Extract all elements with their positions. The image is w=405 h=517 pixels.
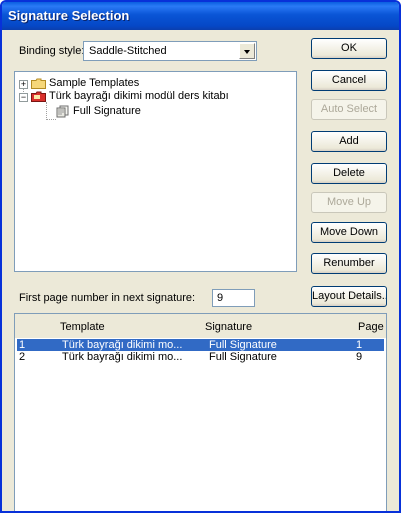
ok-button[interactable]: OK bbox=[311, 38, 387, 59]
row-template: Türk bayrağı dikimi mo... bbox=[62, 339, 183, 351]
chevron-down-icon[interactable] bbox=[239, 43, 255, 59]
window-title[interactable]: Signature Selection bbox=[2, 2, 399, 30]
signature-selection-dialog: Signature Selection Binding style: Saddl… bbox=[0, 0, 401, 513]
signature-list[interactable]: Template Signature Page 1 Türk bayrağı d… bbox=[14, 313, 387, 511]
signature-icon bbox=[56, 105, 69, 118]
auto-select-button[interactable]: Auto Select bbox=[311, 99, 387, 120]
column-header-template[interactable]: Template bbox=[60, 321, 105, 333]
dialog-body: Binding style: Saddle-Stitched + Sample … bbox=[2, 30, 399, 511]
add-button[interactable]: Add bbox=[311, 131, 387, 152]
tree-item-label: Türk bayrağı dikimi modül ders kitabı bbox=[49, 90, 229, 102]
tree-item-label: Full Signature bbox=[73, 105, 141, 117]
row-index: 1 bbox=[19, 339, 26, 351]
row-signature: Full Signature bbox=[209, 351, 277, 363]
collapse-icon[interactable]: − bbox=[19, 93, 28, 102]
delete-button[interactable]: Delete bbox=[311, 163, 387, 184]
renumber-button[interactable]: Renumber bbox=[311, 253, 387, 274]
tree-item-label: Sample Templates bbox=[49, 77, 140, 89]
binding-style-label: Binding style: bbox=[19, 45, 85, 57]
row-template: Türk bayrağı dikimi mo... bbox=[62, 351, 183, 363]
tree-connector bbox=[46, 119, 56, 120]
expand-icon[interactable]: + bbox=[19, 80, 28, 89]
first-page-label: First page number in next signature: bbox=[19, 292, 196, 304]
template-icon bbox=[31, 91, 46, 102]
move-down-button[interactable]: Move Down bbox=[311, 222, 387, 243]
template-tree[interactable]: + Sample Templates − Türk bayrağı dikimi… bbox=[14, 71, 297, 272]
row-signature: Full Signature bbox=[209, 339, 277, 351]
row-page: 1 bbox=[356, 339, 363, 351]
row-index: 2 bbox=[19, 351, 26, 363]
column-header-signature[interactable]: Signature bbox=[205, 321, 252, 333]
first-page-input[interactable]: 9 bbox=[212, 289, 255, 307]
row-page: 9 bbox=[356, 351, 363, 363]
table-row[interactable]: 1 Türk bayrağı dikimi mo... Full Signatu… bbox=[17, 339, 384, 351]
binding-style-select[interactable]: Saddle-Stitched bbox=[83, 41, 257, 61]
layout-details-button[interactable]: Layout Details... bbox=[311, 286, 387, 307]
table-row[interactable]: 2 Türk bayrağı dikimi mo... Full Signatu… bbox=[17, 351, 384, 363]
folder-icon bbox=[31, 78, 46, 89]
move-up-button[interactable]: Move Up bbox=[311, 192, 387, 213]
cancel-button[interactable]: Cancel bbox=[311, 70, 387, 91]
list-header: Template Signature Page bbox=[15, 314, 386, 338]
binding-style-value: Saddle-Stitched bbox=[89, 45, 167, 57]
tree-connector bbox=[46, 102, 47, 120]
column-header-page[interactable]: Page bbox=[358, 321, 384, 333]
